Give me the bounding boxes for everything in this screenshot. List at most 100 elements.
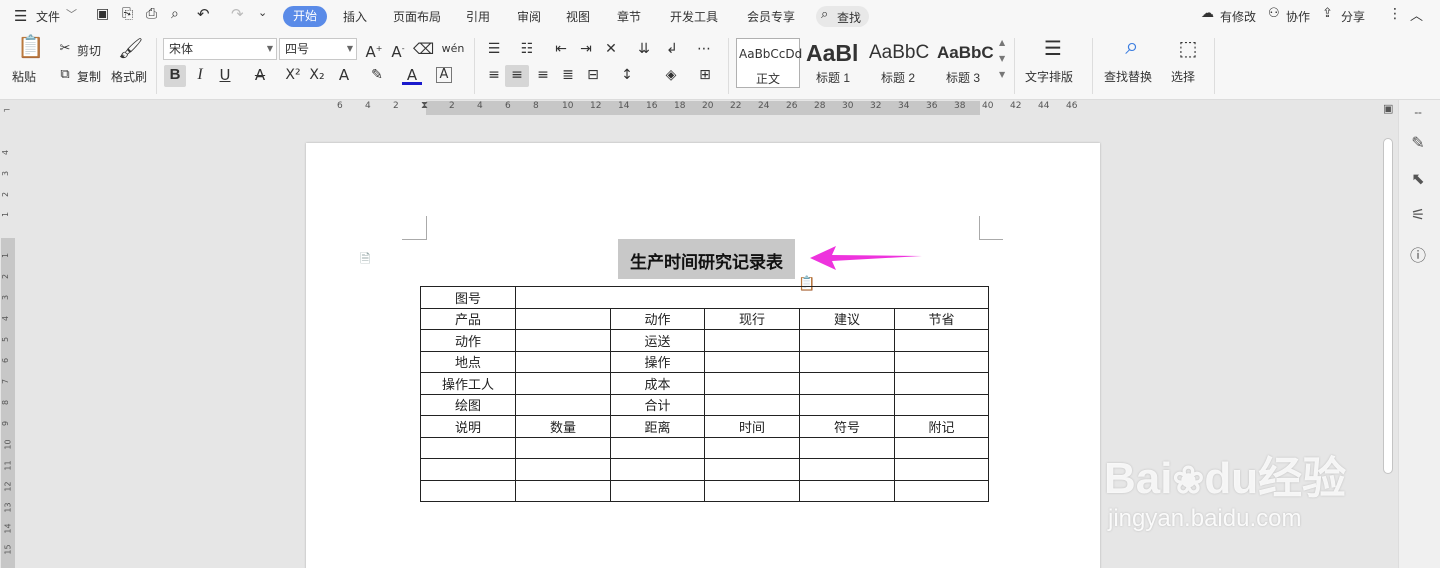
increase-indent-icon[interactable]: ⇥	[576, 39, 596, 59]
copy-label[interactable]: 复制	[77, 68, 101, 85]
show-marks-icon[interactable]: ⋯	[694, 39, 714, 59]
chinese-layout-icon[interactable]: ✕	[601, 39, 621, 59]
table-cell[interactable]: 成本	[610, 372, 705, 395]
table-cell[interactable]: 动作	[610, 307, 705, 330]
highlight-icon[interactable]: ✎	[367, 65, 387, 85]
tab-developer[interactable]: 开发工具	[670, 8, 718, 25]
table-cell[interactable]	[515, 479, 611, 502]
gallery-expand-icon[interactable]: ▼	[999, 70, 1005, 79]
distribute-icon[interactable]: ⊟	[583, 65, 603, 85]
table-cell[interactable]	[799, 479, 895, 502]
font-size-select[interactable]: 四号 ▼	[279, 38, 357, 60]
style-heading-1[interactable]: AaBl 标题 1	[804, 38, 866, 88]
more-icon[interactable]: ⋮	[1388, 6, 1402, 22]
table-cell[interactable]: 图号	[420, 286, 516, 309]
decrease-indent-icon[interactable]: ⇤	[551, 39, 571, 59]
align-right-icon[interactable]: ≡	[533, 65, 553, 85]
undo-icon[interactable]: ↶	[197, 5, 210, 23]
table-cell[interactable]: 符号	[799, 415, 895, 438]
format-painter-icon[interactable]: 🖌	[118, 38, 143, 64]
table-cell[interactable]: 说明	[420, 415, 516, 438]
edit-icon[interactable]: ✎	[1408, 133, 1428, 153]
bold-icon[interactable]: B	[164, 65, 186, 87]
copy-icon[interactable]: ⧉	[55, 65, 75, 85]
text-direction-icon[interactable]: ⇊	[634, 39, 654, 59]
table-cell[interactable]	[799, 372, 895, 395]
strikethrough-icon[interactable]: A	[250, 65, 270, 85]
tab-references[interactable]: 引用	[466, 8, 490, 25]
vertical-scrollbar[interactable]	[1380, 116, 1396, 568]
table-cell[interactable]: 动作	[420, 329, 516, 352]
font-color-icon[interactable]: A	[402, 65, 422, 85]
collab-button[interactable]: 协作	[1286, 8, 1310, 25]
redo-icon[interactable]: ↷	[231, 5, 244, 23]
text-layout-icon[interactable]: ☰	[1040, 38, 1066, 64]
scrollbar-thumb[interactable]	[1383, 138, 1393, 474]
tab-view[interactable]: 视图	[566, 8, 590, 25]
subscript-icon[interactable]: X₂	[307, 65, 327, 85]
table-cell[interactable]	[894, 436, 989, 459]
table-cell[interactable]	[610, 436, 705, 459]
table-cell[interactable]	[515, 372, 611, 395]
table-cell[interactable]	[894, 458, 989, 481]
table-cell[interactable]	[515, 393, 611, 416]
table-cell[interactable]	[515, 458, 611, 481]
cursor-icon[interactable]: ⬉	[1408, 169, 1428, 189]
table-cell[interactable]	[799, 329, 895, 352]
table-cell[interactable]	[704, 458, 800, 481]
number-list-icon[interactable]: ☷	[517, 39, 537, 59]
table-cell[interactable]: 附记	[894, 415, 989, 438]
table-cell[interactable]	[420, 436, 516, 459]
justify-icon[interactable]: ≣	[558, 65, 578, 85]
text-effect-icon[interactable]: A	[334, 65, 354, 85]
table-cell[interactable]	[704, 372, 800, 395]
format-painter-label[interactable]: 格式刷	[111, 68, 147, 85]
indent-marker-icon[interactable]: ⧗	[421, 100, 428, 111]
tab-review[interactable]: 审阅	[517, 8, 541, 25]
vertical-ruler[interactable]: 4 3 2 1 1 2 3 4 5 6 7 8 9 10 11 12 13 14 15	[0, 116, 16, 568]
panel-collapse-icon[interactable]: ╌	[1408, 106, 1428, 126]
tab-stop-icon[interactable]: ⌐	[3, 106, 11, 116]
table-cell[interactable]	[610, 479, 705, 502]
style-heading-2[interactable]: AaBbC 标题 2	[868, 38, 932, 88]
collapse-ribbon-icon[interactable]: ︿	[1410, 5, 1423, 24]
table-cell[interactable]: 操作	[610, 350, 705, 373]
borders-icon[interactable]: ⊞	[695, 65, 715, 85]
tab-member[interactable]: 会员专享	[747, 8, 795, 25]
text-layout-label[interactable]: 文字排版	[1025, 68, 1073, 85]
align-left-icon[interactable]: ≡	[484, 65, 504, 85]
table-cell[interactable]	[515, 307, 611, 330]
table-cell[interactable]	[704, 329, 800, 352]
changes-button[interactable]: 有修改	[1220, 8, 1256, 25]
phonetic-guide-icon[interactable]: wén	[439, 39, 467, 59]
table-cell[interactable]: 数量	[515, 415, 611, 438]
table-cell[interactable]	[799, 436, 895, 459]
customize-icon[interactable]: ⌄	[258, 6, 267, 19]
select-label[interactable]: 选择	[1171, 68, 1195, 85]
table-cell[interactable]	[894, 393, 989, 416]
table-cell[interactable]	[799, 350, 895, 373]
table-cell[interactable]: 合计	[610, 393, 705, 416]
sort-icon[interactable]: ↲	[662, 39, 682, 59]
table-cell[interactable]: 时间	[704, 415, 800, 438]
table-cell[interactable]: 节省	[894, 307, 989, 330]
tab-page-layout[interactable]: 页面布局	[393, 8, 441, 25]
help-icon[interactable]: ⓘ	[1408, 242, 1428, 265]
table-cell[interactable]	[420, 479, 516, 502]
clear-format-icon[interactable]: ⌫	[413, 39, 434, 59]
chevron-down-icon[interactable]: ﹀	[66, 6, 77, 22]
table-cell[interactable]	[515, 286, 989, 309]
table-cell[interactable]	[515, 436, 611, 459]
table-cell[interactable]	[704, 436, 800, 459]
table-cell[interactable]: 距离	[610, 415, 705, 438]
table-cell[interactable]: 绘图	[420, 393, 516, 416]
paste-label[interactable]: 粘贴	[12, 68, 36, 85]
table-cell[interactable]	[799, 458, 895, 481]
underline-icon[interactable]: U	[215, 65, 235, 85]
align-center-icon[interactable]: ≡	[505, 65, 529, 87]
print-icon[interactable]: ⎙	[146, 6, 157, 22]
style-normal[interactable]: AaBbCcDd 正文	[736, 38, 802, 88]
search-box[interactable]: ⌕ 查找	[816, 6, 869, 27]
table-cell[interactable]	[704, 479, 800, 502]
paste-icon[interactable]: 📋	[17, 37, 44, 64]
